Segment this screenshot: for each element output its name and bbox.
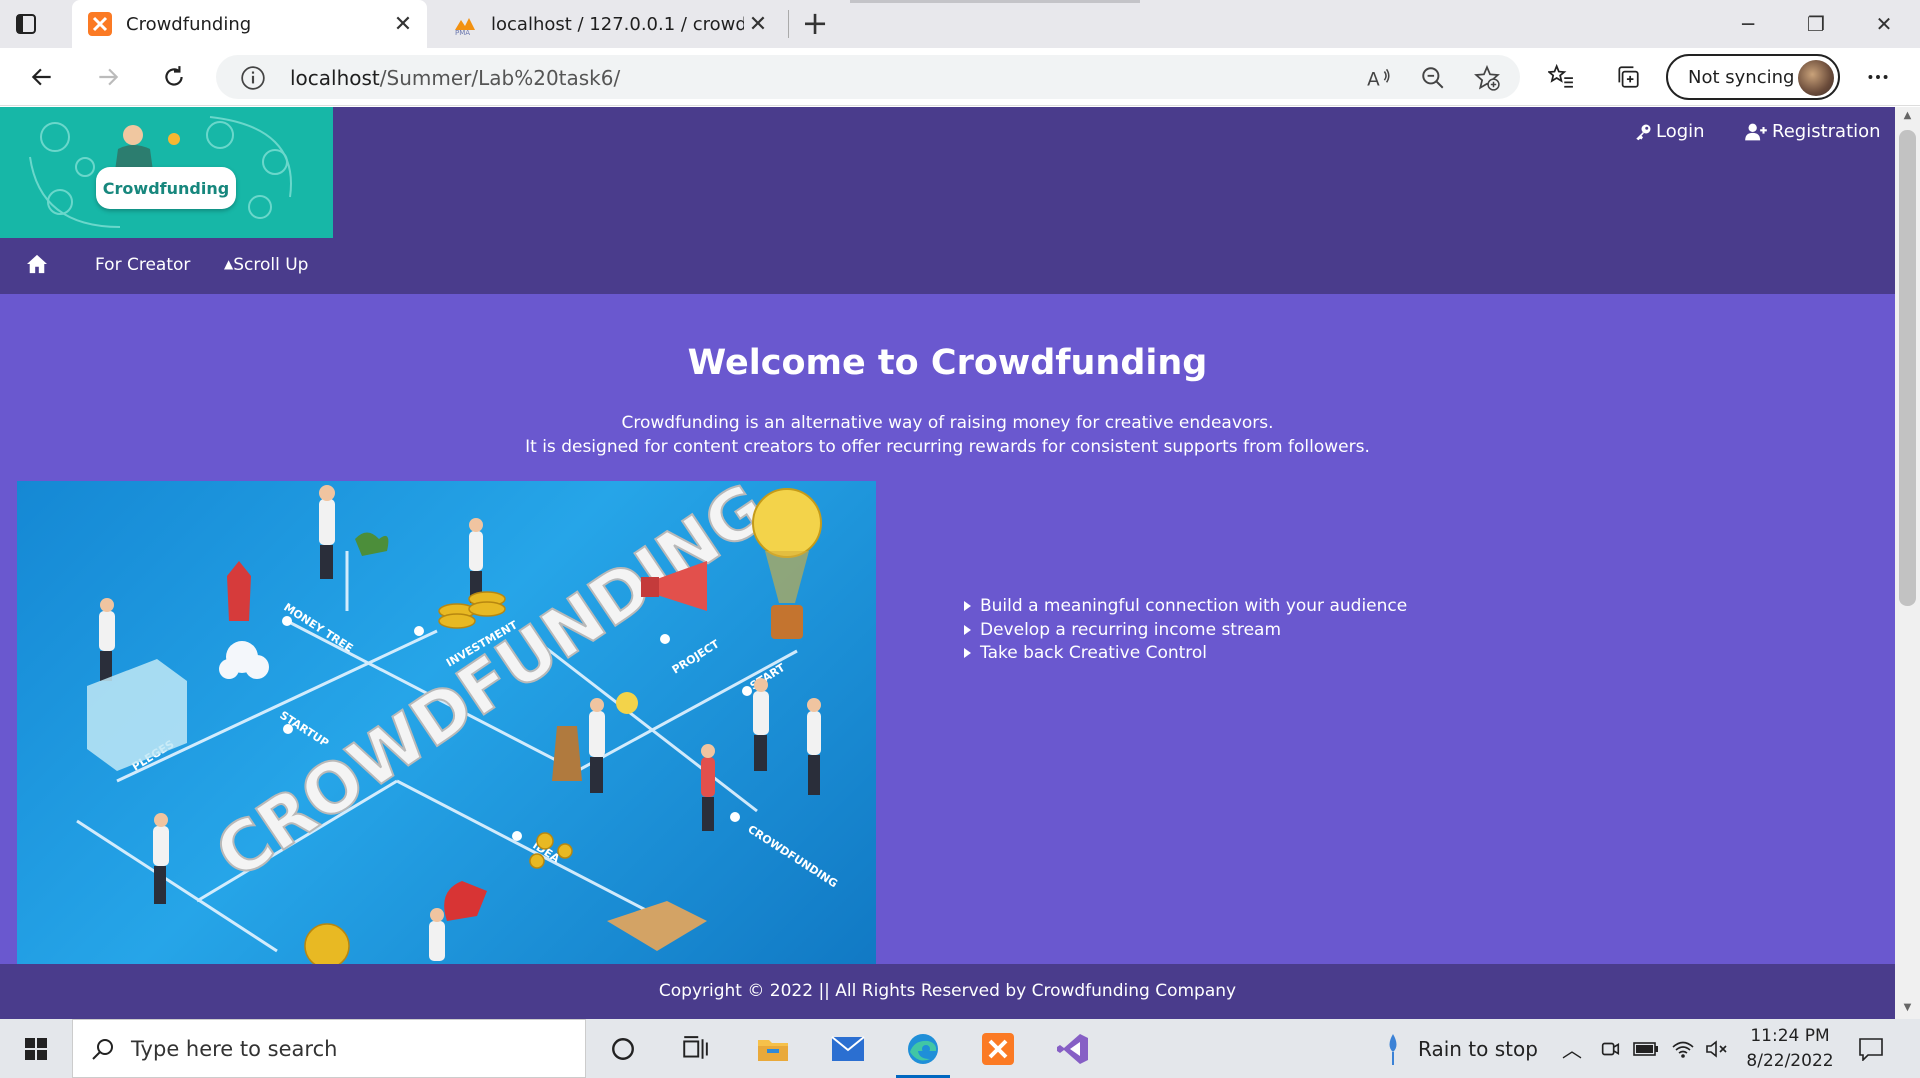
taskbar-clock[interactable]: 11:24 PM 8/22/2022 (1735, 1024, 1845, 1074)
hero-line-2: It is designed for content creators to o… (525, 437, 1370, 457)
refresh-button[interactable] (154, 57, 194, 97)
feature-item: Take back Creative Control (964, 642, 1407, 666)
home-icon[interactable] (26, 254, 48, 274)
cortana-icon[interactable] (588, 1019, 658, 1078)
battery-icon[interactable] (1633, 1019, 1659, 1078)
address-bar[interactable]: localhost/Summer/Lab%20task6/ A (216, 55, 1520, 99)
close-window-button[interactable]: ✕ (1850, 0, 1918, 48)
label-money-tree: MONEY TREE (281, 601, 355, 655)
magnet (444, 881, 487, 921)
hot-air-balloon (752, 488, 822, 639)
add-favorite-icon[interactable] (1474, 65, 1500, 91)
close-tab-icon[interactable]: ✕ (389, 10, 417, 38)
coin-crate (607, 901, 707, 951)
site-logo[interactable]: Crowdfunding (0, 107, 333, 238)
wifi-icon[interactable] (1671, 1019, 1695, 1078)
favorites-icon[interactable] (1543, 59, 1579, 95)
site-header: Crowdfunding Login Registration For Crea… (0, 107, 1895, 294)
weather-text: Rain to stop (1418, 1036, 1538, 1061)
hero-line-1: Crowdfunding is an alternative way of ra… (621, 413, 1274, 433)
money-tree-plant (355, 532, 389, 556)
browser-toolbar: localhost/Summer/Lab%20task6/ A Not sync… (0, 48, 1920, 106)
scroll-down-arrow-icon[interactable]: ▼ (1899, 1002, 1916, 1016)
sync-profile-button[interactable]: Not syncing (1666, 54, 1840, 100)
tab-title: localhost / 127.0.0.1 / crowdfunding (491, 13, 744, 35)
edge-taskbar-icon[interactable] (888, 1019, 958, 1078)
collections-icon[interactable] (1610, 59, 1646, 95)
user-plus-icon (1745, 123, 1767, 140)
windows-logo-icon (25, 1037, 47, 1060)
feature-item: Develop a recurring income stream (964, 619, 1407, 643)
label-crowdfunding-small: CROWDFUNDING (745, 823, 840, 891)
logo-text: Crowdfunding (96, 167, 236, 209)
sync-label: Not syncing (1688, 66, 1795, 88)
feature-list: Build a meaningful connection with your … (964, 595, 1407, 666)
minimize-button[interactable]: ─ (1714, 0, 1782, 48)
tab-loading-bar (850, 0, 1140, 3)
zoom-out-icon[interactable] (1420, 65, 1446, 91)
idea-bulb (616, 692, 638, 714)
meet-now-icon[interactable] (1599, 1019, 1621, 1078)
more-menu-icon[interactable] (1860, 59, 1896, 95)
tab-title: Crowdfunding (126, 13, 252, 35)
xampp-favicon-icon (88, 12, 112, 36)
scrollbar-thumb[interactable] (1899, 130, 1916, 606)
illustration-artwork: CROWDFUNDING MONEY TREE INVESTMENT PROJE… (76, 481, 840, 964)
tab-actions-icon[interactable] (14, 12, 38, 36)
clock-time: 11:24 PM (1750, 1026, 1830, 1046)
browser-tab-bar: Crowdfunding ✕ PMA localhost / 127.0.0.1… (0, 0, 1920, 48)
start-button[interactable] (0, 1019, 72, 1078)
new-tab-button[interactable]: + (798, 7, 832, 42)
taskbar-search[interactable]: Type here to search (72, 1019, 586, 1078)
forward-button[interactable] (88, 57, 128, 97)
hero-description: Crowdfunding is an alternative way of ra… (0, 411, 1895, 459)
read-aloud-icon[interactable]: A (1366, 65, 1392, 91)
tab-crowdfunding[interactable]: Crowdfunding ✕ (72, 0, 427, 48)
restore-button[interactable]: ❐ (1782, 0, 1850, 48)
scroll-up-label: Scroll Up (233, 255, 309, 275)
search-placeholder: Type here to search (131, 1036, 338, 1061)
site-info-icon[interactable] (240, 65, 266, 91)
nav-for-creator[interactable]: For Creator (95, 255, 190, 275)
notifications-icon[interactable] (1858, 1019, 1884, 1078)
feature-item: Build a meaningful connection with your … (964, 595, 1407, 619)
hero-title: Welcome to Crowdfunding (687, 343, 1208, 383)
chevron-up-icon: ▲ (224, 257, 234, 271)
key-icon (1636, 124, 1651, 140)
windows-taskbar: Type here to search Rain to stop ︿ 11:24… (0, 1019, 1920, 1078)
tab-phpmyadmin[interactable]: PMA localhost / 127.0.0.1 / crowdfunding… (437, 0, 782, 48)
visual-studio-icon[interactable] (1038, 1019, 1108, 1078)
back-button[interactable] (22, 57, 62, 97)
scroll-up-arrow-icon[interactable]: ▲ (1899, 110, 1916, 124)
phpmyadmin-favicon-icon: PMA (455, 18, 475, 36)
tab-separator (788, 10, 789, 38)
clock-date: 8/22/2022 (1746, 1051, 1834, 1071)
file-explorer-icon[interactable] (738, 1019, 808, 1078)
weather-widget[interactable]: Rain to stop (1382, 1019, 1538, 1078)
registration-link[interactable]: Registration (1744, 121, 1881, 142)
podium (552, 726, 582, 781)
close-tab-icon[interactable]: ✕ (744, 10, 772, 38)
site-footer: Copyright © 2022 || All Rights Reserved … (0, 964, 1895, 1019)
search-icon (92, 1038, 113, 1060)
task-view-icon[interactable] (660, 1019, 730, 1078)
big-crowdfunding-word: CROWDFUNDING (202, 481, 781, 895)
login-label: Login (1656, 121, 1705, 142)
mail-icon[interactable] (813, 1019, 883, 1078)
url-text[interactable]: localhost/Summer/Lab%20task6/ (290, 66, 620, 90)
volume-muted-icon[interactable] (1706, 1019, 1728, 1078)
rain-icon (1389, 1033, 1397, 1065)
xampp-taskbar-icon[interactable] (963, 1019, 1033, 1078)
svg-text:A: A (1367, 70, 1380, 91)
show-hidden-icons-icon[interactable]: ︿ (1562, 1019, 1582, 1078)
nav-scroll-up[interactable]: ▲Scroll Up (224, 255, 308, 275)
profile-avatar (1798, 60, 1834, 96)
registration-label: Registration (1772, 121, 1881, 142)
login-link[interactable]: Login (1634, 121, 1705, 142)
crowdfunding-illustration: CROWDFUNDING MONEY TREE INVESTMENT PROJE… (17, 481, 876, 964)
label-project: PROJECT (670, 637, 722, 676)
web-page: Crowdfunding Login Registration For Crea… (0, 107, 1895, 1019)
svg-text:PMA: PMA (455, 29, 470, 36)
